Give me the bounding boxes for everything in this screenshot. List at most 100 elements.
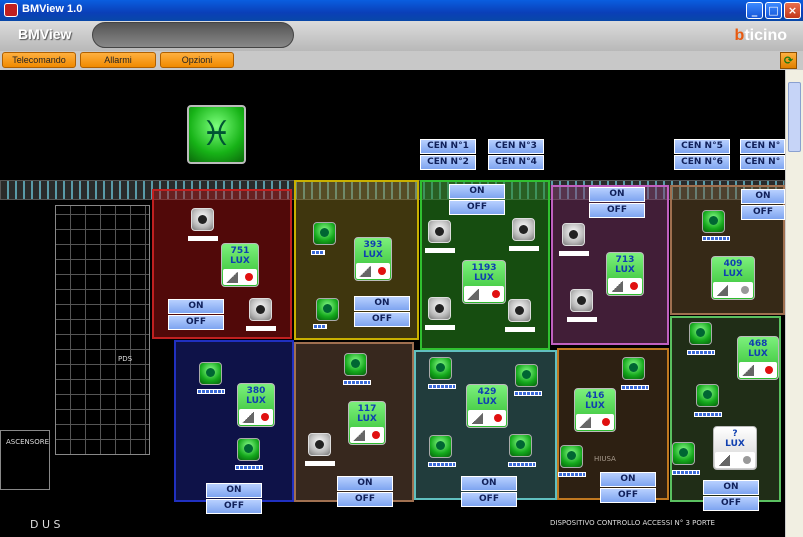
lux-value: 409 [723,259,743,269]
light-off-icon[interactable] [512,218,535,241]
lux-footer [350,427,384,443]
on-button[interactable]: ON [461,476,517,491]
lux-sensor[interactable]: 117 LUX [348,401,386,445]
maximize-button[interactable]: □ [765,2,782,19]
off-button[interactable]: OFF [741,205,785,220]
light-on-icon[interactable] [237,438,260,461]
lux-unit: LUX [474,273,494,283]
off-button[interactable]: OFF [600,488,656,503]
lux-sensor[interactable]: 1193 LUX [462,260,506,304]
light-on-icon[interactable] [515,364,538,387]
level-bar [235,465,263,470]
light-off-icon[interactable] [508,299,531,322]
lux-sensor-offline[interactable]: ? LUX [713,426,757,470]
light-on-icon[interactable] [199,362,222,385]
light-off-icon[interactable] [428,297,451,320]
lux-sensor[interactable]: 713 LUX [606,252,644,296]
light-off-icon[interactable] [570,289,593,312]
light-on-icon[interactable] [560,445,583,468]
light-on-icon[interactable] [622,357,645,380]
main-scenario-icon[interactable]: ♓ [187,105,246,164]
cen-4-button[interactable]: CEN N°4 [488,155,544,170]
level-bar [505,327,535,332]
light-off-icon[interactable] [191,208,214,231]
level-bar [508,462,536,467]
signal-icon [579,417,591,428]
on-button[interactable]: ON [589,187,645,202]
on-button[interactable]: ON [168,299,224,314]
tab-allarmi[interactable]: Allarmi [80,52,156,68]
lux-unit: LUX [723,269,743,279]
level-bar [509,246,539,251]
light-on-icon[interactable] [429,357,452,380]
off-button[interactable]: OFF [461,492,517,507]
status-led-icon [372,431,380,439]
minimize-button[interactable]: _ [746,2,763,19]
app-icon [4,3,18,17]
cen-7-button[interactable]: CEN N° [740,139,785,154]
lux-unit: LUX [725,439,745,449]
tab-opzioni[interactable]: Opzioni [160,52,234,68]
lux-sensor[interactable]: 429 LUX [466,384,508,428]
off-button[interactable]: OFF [337,492,393,507]
on-button[interactable]: ON [600,472,656,487]
lux-footer [608,278,642,294]
off-button[interactable]: OFF [703,496,759,511]
lux-unit: LUX [246,396,266,406]
lux-sensor[interactable]: 380 LUX [237,383,275,427]
off-button[interactable]: OFF [354,312,410,327]
tab-telecomando[interactable]: Telecomando [2,52,76,68]
lux-sensor[interactable]: 393 LUX [354,237,392,281]
on-button[interactable]: ON [206,483,262,498]
on-button[interactable]: ON [741,189,785,204]
cen-5-button[interactable]: CEN N°5 [674,139,730,154]
light-off-icon[interactable] [562,223,585,246]
light-on-icon[interactable] [509,434,532,457]
cen-8-button[interactable]: CEN N° [740,155,785,170]
light-off-icon[interactable] [428,220,451,243]
light-on-icon[interactable] [696,384,719,407]
cen-2-button[interactable]: CEN N°2 [420,155,476,170]
light-on-icon[interactable] [689,322,712,345]
on-button[interactable]: ON [449,184,505,199]
light-on-icon[interactable] [313,222,336,245]
cen-3-button[interactable]: CEN N°3 [488,139,544,154]
close-button[interactable]: × [784,2,801,19]
lux-sensor[interactable]: 751 LUX [221,243,259,287]
light-off-icon[interactable] [308,433,331,456]
lux-footer [468,410,506,426]
brand-logo: bticino [734,27,787,44]
light-on-icon[interactable] [316,298,339,321]
window-title: BMView 1.0 [22,3,83,15]
off-button[interactable]: OFF [168,315,224,330]
scroll-thumb[interactable] [788,82,801,152]
elevator-label: ASCENSORE [6,438,50,446]
status-led-icon [630,282,638,290]
light-on-icon[interactable] [672,442,695,465]
refresh-button[interactable]: ⟳ [780,52,797,69]
lux-value: 416 [585,391,605,401]
on-button[interactable]: ON [354,296,410,311]
off-button[interactable]: OFF [589,203,645,218]
light-on-icon[interactable] [702,210,725,233]
lux-value: 393 [363,240,383,250]
vertical-scrollbar[interactable] [785,70,803,537]
on-button[interactable]: ON [703,480,759,495]
light-on-icon[interactable] [344,353,367,376]
status-led-icon [261,413,269,421]
light-on-icon[interactable] [429,435,452,458]
plan-stairs [55,205,150,455]
off-button[interactable]: OFF [449,200,505,215]
lux-unit: LUX [363,250,383,260]
lux-sensor[interactable]: 416 LUX [574,388,616,432]
light-off-icon[interactable] [249,298,272,321]
lux-sensor[interactable]: 409 LUX [711,256,755,300]
lux-value: 1193 [471,263,497,273]
lux-unit: LUX [357,414,377,424]
cen-6-button[interactable]: CEN N°6 [674,155,730,170]
off-button[interactable]: OFF [206,499,262,514]
on-button[interactable]: ON [337,476,393,491]
cen-1-button[interactable]: CEN N°1 [420,139,476,154]
lux-sensor[interactable]: 468 LUX [737,336,779,380]
pds-label: PDS [118,355,133,363]
